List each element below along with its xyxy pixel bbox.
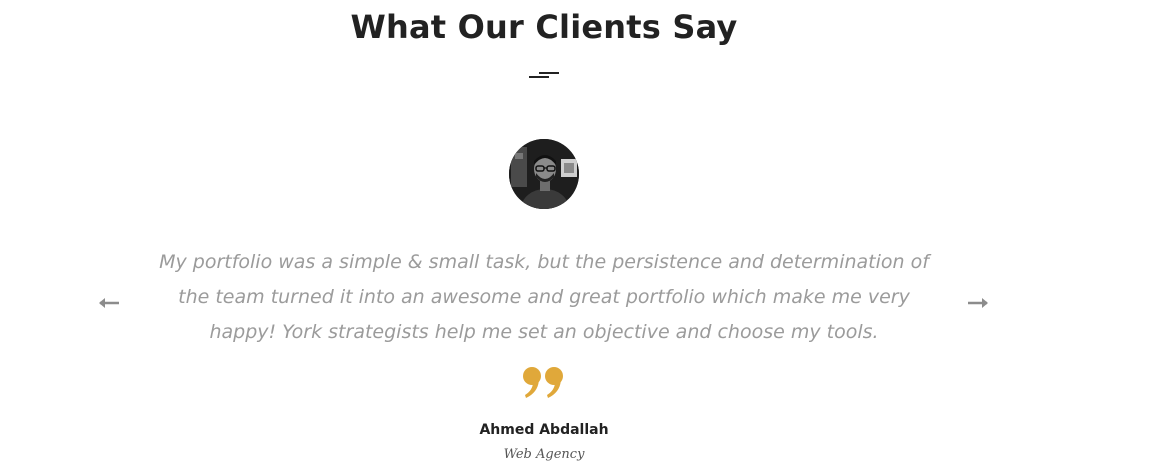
arrow-right-icon bbox=[968, 298, 988, 308]
section-title: What Our Clients Say bbox=[350, 8, 738, 46]
divider-line-top bbox=[539, 72, 559, 74]
next-testimonial-button[interactable] bbox=[965, 290, 991, 316]
closing-quote-icon bbox=[522, 366, 566, 400]
title-divider bbox=[529, 72, 559, 78]
divider-line-bottom bbox=[529, 76, 549, 78]
arrow-left-icon bbox=[99, 298, 119, 308]
author-company: Web Agency bbox=[503, 447, 585, 462]
client-avatar bbox=[509, 139, 579, 209]
author-name: Ahmed Abdallah bbox=[479, 422, 609, 438]
prev-testimonial-button[interactable] bbox=[96, 290, 122, 316]
testimonial-quote: My portfolio was a simple & small task, … bbox=[159, 251, 929, 343]
person-avatar-icon bbox=[509, 139, 579, 209]
